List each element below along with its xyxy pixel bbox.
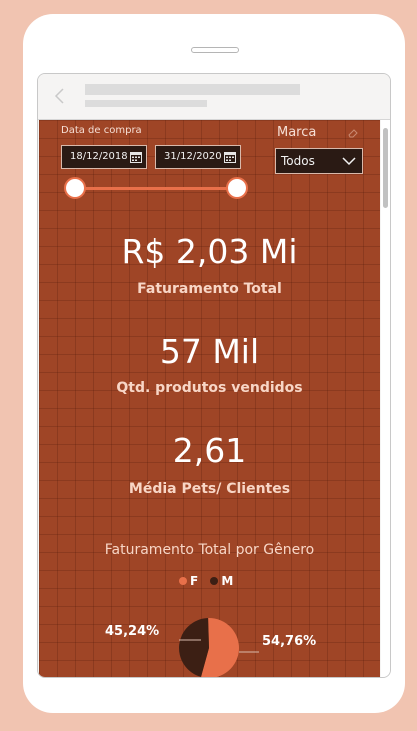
end-date-value: 31/12/2020 [164,151,222,162]
report-subtitle-placeholder [85,100,207,107]
report-canvas: Data de compra 18/12/2018 31/12/2020 Mar… [39,120,380,677]
pie-label-m: 45,24% [105,624,160,639]
pie-label-f: 54,76% [262,634,317,649]
brand-dropdown[interactable]: Todos [275,148,363,174]
kpi-pets-value: 2,61 [172,431,247,470]
start-date-input[interactable]: 18/12/2018 [61,145,147,169]
brand-filter-label: Marca [277,125,317,140]
top-bar [38,74,390,120]
chart-legend: F M [179,574,241,588]
legend-label-f: F [190,574,199,588]
kpi-pets-label: Média Pets/ Clientes [128,481,291,497]
back-arrow-icon[interactable] [52,88,68,104]
report-title-placeholder [85,84,300,95]
app-screen: Data de compra 18/12/2018 31/12/2020 Mar… [37,73,391,678]
legend-item-m[interactable]: M [210,574,233,588]
legend-label-m: M [221,574,234,588]
start-date-value: 18/12/2018 [70,151,128,162]
legend-swatch-f [179,577,187,585]
end-date-input[interactable]: 31/12/2020 [155,145,241,169]
chart-title: Faturamento Total por Gênero [104,542,315,558]
vertical-scrollbar[interactable] [381,120,390,677]
kpi-revenue-value: R$ 2,03 Mi [121,232,298,271]
phone-speaker [191,47,239,53]
date-range-start-handle[interactable] [64,177,86,199]
legend-item-f[interactable]: F [179,574,198,588]
date-range-slider-track[interactable] [75,187,238,190]
kpi-products-value: 57 Mil [159,332,260,371]
kpi-products-label: Qtd. produtos vendidos [116,380,303,396]
calendar-icon[interactable] [130,151,142,163]
kpi-revenue-label: Faturamento Total [137,281,282,297]
chevron-down-icon [342,157,356,166]
brand-dropdown-value: Todos [281,154,315,168]
date-filter-label: Data de compra [61,125,142,136]
scrollbar-thumb[interactable] [383,128,388,208]
calendar-icon[interactable] [224,151,236,163]
legend-swatch-m [210,577,219,585]
eraser-icon[interactable] [347,127,359,139]
date-range-end-handle[interactable] [226,177,248,199]
